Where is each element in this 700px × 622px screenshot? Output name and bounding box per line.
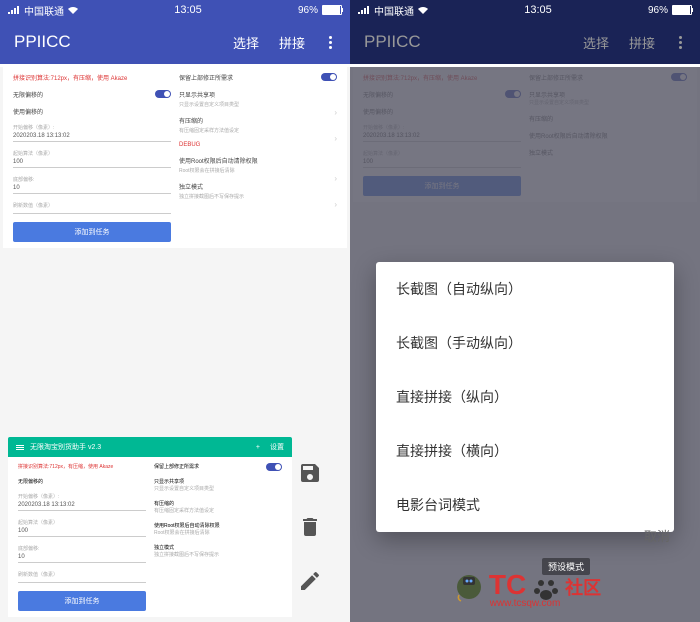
settings-panel: 拼接识别算法:712px，有压缩，使用 Akaze 无限偏移的 使用偏移的 开始… xyxy=(3,67,347,248)
preview-mini-panel: 拼接识别算法:712px，有压缩，使用 Akaze 无限偏移的 开始偏移（像素）… xyxy=(8,457,292,617)
setting-root-clear[interactable]: 使用Root权限后自动清除权限 xyxy=(179,156,337,165)
setting-use-offset[interactable]: 使用偏移的 xyxy=(13,110,43,116)
preview-title: 无限淘宝别货助手 v2.3 xyxy=(30,442,256,452)
settings-button[interactable]: 设置 xyxy=(270,442,284,452)
modal-option-manual-vertical[interactable]: 长截图（手动纵向） xyxy=(376,316,674,370)
content-area-dimmed: 拼接识别算法:712px，有压缩，使用 Akaze 无限偏移的 使用偏移的 开始… xyxy=(350,67,700,622)
setting-unlimited-offset[interactable]: 无限偏移的 xyxy=(13,93,43,99)
input-start-algo-label: 起始算法（像素） xyxy=(13,150,171,157)
modal-option-movie-subtitle[interactable]: 电影台词模式 xyxy=(376,478,674,532)
input-bottom-offset[interactable]: 10 xyxy=(13,183,171,194)
battery-pct: 96% xyxy=(648,5,668,16)
edit-icon[interactable] xyxy=(298,569,322,593)
input-refresh-label: 刷新数值（像素） xyxy=(13,202,171,209)
input-start-offset-label: 开始偏移（像素）: xyxy=(13,124,171,131)
signal-icon xyxy=(8,6,20,14)
logo-url: www.tcsqw.com xyxy=(490,598,561,609)
modal-option-auto-vertical[interactable]: 长截图（自动纵向） xyxy=(376,262,674,316)
input-bottom-offset-label: 底部偏移: xyxy=(13,176,171,183)
status-time: 13:05 xyxy=(428,4,648,16)
setting-keep-top[interactable]: 保留上部修正所需求 xyxy=(179,76,233,82)
chevron-icon: › xyxy=(334,174,337,183)
status-time: 13:05 xyxy=(78,4,298,16)
carrier-label: 中国联通 xyxy=(24,3,64,18)
hamburger-icon[interactable] xyxy=(16,445,24,450)
input-start-offset[interactable]: 2020203.18 13:13:02 xyxy=(13,131,171,142)
add-task-button[interactable]: 添加到任务 xyxy=(13,222,171,242)
app-bar-dimmed: PPIICC 选择 拼接 xyxy=(350,20,700,64)
signal-icon xyxy=(358,6,370,14)
cancel-button[interactable]: 取消 xyxy=(644,526,670,545)
select-button[interactable]: 选择 xyxy=(233,33,259,52)
battery-icon xyxy=(672,5,692,15)
setting-debug[interactable]: DEBUG xyxy=(179,142,337,148)
watermark-logo: 预设模式 TC 社区 www.tcsqw.com xyxy=(350,557,700,617)
wifi-icon xyxy=(68,6,78,14)
preview-section: 无限淘宝别货助手 v2.3 + 设置 拼接识别算法:712px，有压缩，使用 A… xyxy=(0,429,350,622)
menu-overflow-icon xyxy=(675,36,686,49)
app-title: PPIICC xyxy=(364,32,583,52)
chevron-icon: › xyxy=(334,108,337,117)
delete-icon[interactable] xyxy=(298,515,322,539)
battery-pct: 96% xyxy=(298,5,318,16)
carrier-label: 中国联通 xyxy=(374,3,414,18)
wifi-icon xyxy=(418,6,428,14)
input-start-algo[interactable]: 100 xyxy=(13,157,171,168)
select-button: 选择 xyxy=(583,33,609,52)
algo-header: 拼接识别算法:712px，有压缩，使用 Akaze xyxy=(13,73,171,82)
setting-show-shared[interactable]: 只显示共享项 xyxy=(179,90,337,99)
toggle-1[interactable] xyxy=(155,90,171,98)
status-bar: 中国联通 13:05 96% xyxy=(350,0,700,20)
modal-option-direct-horizontal[interactable]: 直接拼接（横向） xyxy=(376,424,674,478)
modal-option-direct-vertical[interactable]: 直接拼接（纵向） xyxy=(376,370,674,424)
battery-icon xyxy=(322,5,342,15)
preview-header: 无限淘宝别货助手 v2.3 + 设置 xyxy=(8,437,292,457)
chevron-icon: › xyxy=(334,134,337,143)
logo-tc: TC xyxy=(489,569,526,600)
stitch-button: 拼接 xyxy=(629,33,655,52)
setting-compressed[interactable]: 有压缩的 xyxy=(179,116,337,125)
content-area: 拼接识别算法:712px，有压缩，使用 Akaze 无限偏移的 使用偏移的 开始… xyxy=(0,67,350,622)
toggle-2[interactable] xyxy=(321,73,337,81)
logo-community: 社区 xyxy=(565,578,601,598)
input-refresh[interactable] xyxy=(13,209,171,214)
plus-button[interactable]: + xyxy=(256,444,260,451)
app-title: PPIICC xyxy=(14,32,233,52)
preset-mode-badge: 预设模式 xyxy=(542,558,590,575)
save-icon[interactable] xyxy=(298,461,322,485)
left-screen: 中国联通 13:05 96% PPIICC 选择 拼接 拼接识别算法:712px… xyxy=(0,0,350,622)
menu-overflow-icon[interactable] xyxy=(325,36,336,49)
stitch-button[interactable]: 拼接 xyxy=(279,33,305,52)
status-bar: 中国联通 13:05 96% xyxy=(0,0,350,20)
stitch-mode-modal: 长截图（自动纵向） 长截图（手动纵向） 直接拼接（纵向） 直接拼接（横向） 电影… xyxy=(376,262,674,532)
app-bar: PPIICC 选择 拼接 xyxy=(0,20,350,64)
setting-standalone[interactable]: 独立模式 xyxy=(179,182,337,191)
mascot-icon xyxy=(449,567,489,607)
right-screen: 中国联通 13:05 96% PPIICC 选择 拼接 拼接识别算法:712px… xyxy=(350,0,700,622)
chevron-icon: › xyxy=(334,200,337,209)
